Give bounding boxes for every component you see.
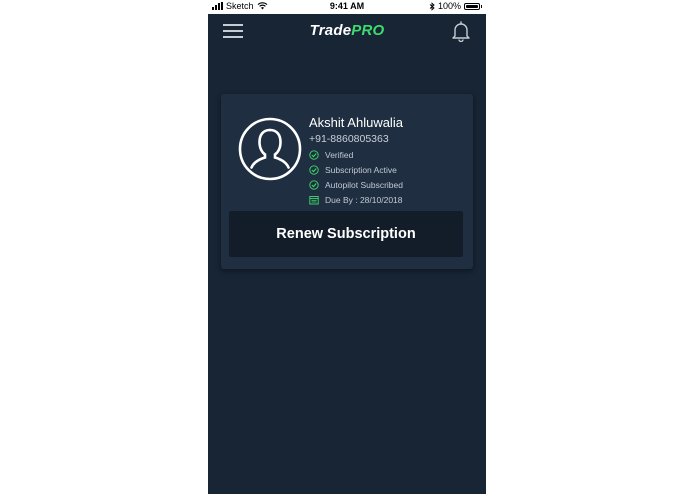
logo-part-pro: PRO <box>351 22 385 39</box>
app-header: TradePRO <box>208 14 486 50</box>
check-icon <box>309 164 319 175</box>
renew-subscription-button[interactable]: Renew Subscription <box>229 211 463 257</box>
phone-screen: Sketch 9:41 AM 100% TradePRO Akshit Ahlu… <box>208 0 486 494</box>
user-name: Akshit Ahluwalia <box>309 115 403 130</box>
bluetooth-icon <box>429 1 435 11</box>
status-verified: Verified <box>309 147 403 162</box>
status-subscription-active: Subscription Active <box>309 162 403 177</box>
logo-part-trade: Trade <box>309 22 352 39</box>
status-label: Autopilot Subscribed <box>325 179 403 190</box>
calendar-icon <box>309 195 319 204</box>
notifications-button[interactable] <box>450 20 472 43</box>
status-label: Subscription Active <box>325 164 397 175</box>
check-icon <box>309 179 319 190</box>
battery-percent: 100% <box>437 1 461 11</box>
user-phone: +91-8860805363 <box>309 133 389 145</box>
avatar <box>238 117 302 181</box>
due-label: Due By : 28/10/2018 <box>325 194 403 205</box>
status-list: Verified Subscription Active Autopilot S… <box>309 147 403 207</box>
due-date: Due By : 28/10/2018 <box>309 192 403 207</box>
battery-icon <box>464 2 482 10</box>
app-logo: TradePRO <box>208 22 486 39</box>
bell-icon <box>452 21 470 43</box>
status-autopilot-subscribed: Autopilot Subscribed <box>309 177 403 192</box>
status-label: Verified <box>325 149 354 160</box>
check-icon <box>309 149 319 160</box>
status-bar: Sketch 9:41 AM 100% <box>208 0 486 14</box>
profile-info: Akshit Ahluwalia +91-8860805363 <box>309 114 403 146</box>
user-avatar-icon <box>238 117 302 181</box>
status-right: 100% <box>429 1 482 11</box>
profile-card: Akshit Ahluwalia +91-8860805363 Verified… <box>221 94 473 269</box>
